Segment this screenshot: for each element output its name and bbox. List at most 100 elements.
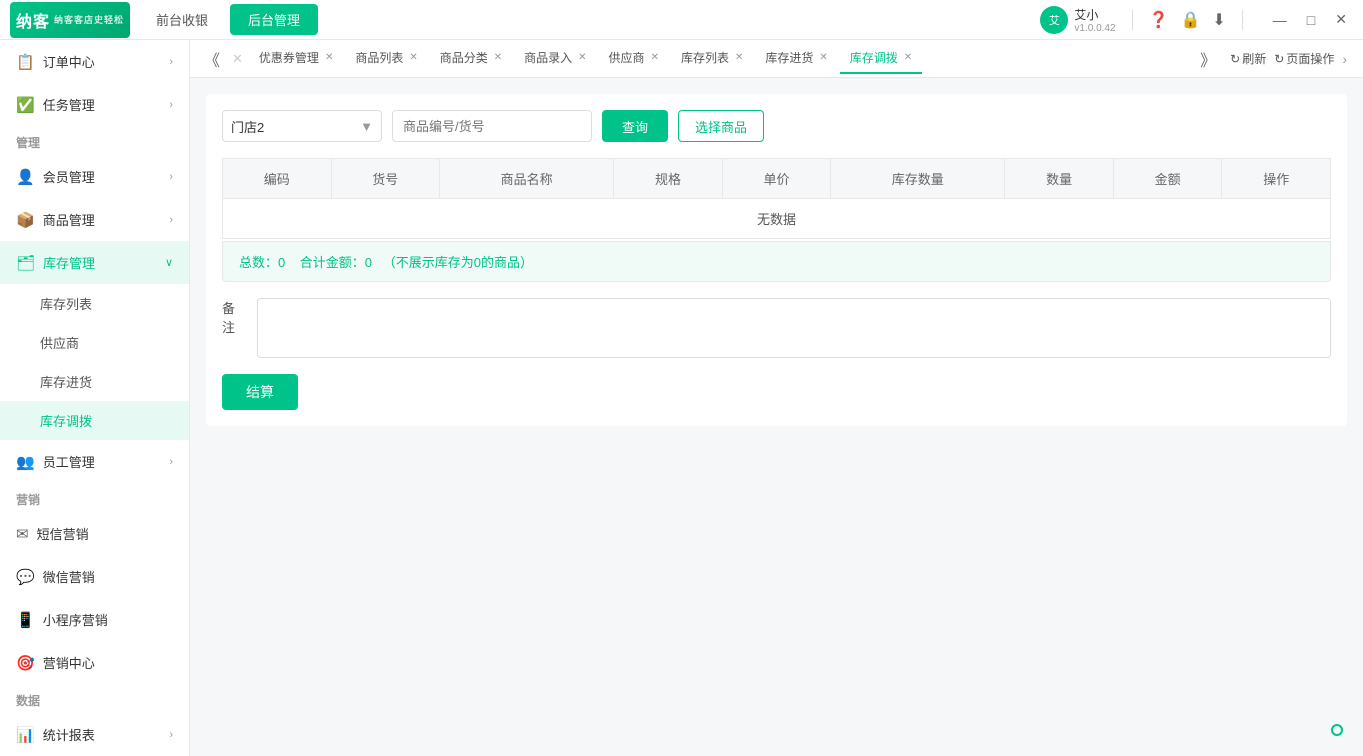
tab-supplier[interactable]: 供应商 ✕	[599, 43, 669, 74]
tab-goods-list[interactable]: 商品列表 ✕	[345, 43, 427, 74]
tab-inventory-list[interactable]: 库存列表 ✕	[671, 43, 753, 74]
content-area: 《 ✕ 优惠券管理 ✕ 商品列表 ✕ 商品分类 ✕ 商品录入 ✕	[190, 40, 1363, 756]
sidebar-subitem-stock-in[interactable]: 库存进货	[0, 362, 189, 401]
tab-goods-category-close[interactable]: ✕	[494, 52, 502, 63]
main-layout: 📋 订单中心 › ✅ 任务管理 › 管理 👤 会员管理 › 📦	[0, 40, 1363, 756]
sidebar-label-inventory: 库存管理	[43, 253, 95, 272]
help-icon[interactable]: ❓	[1149, 10, 1169, 30]
col-header-spec: 规格	[614, 159, 723, 199]
user-version: v1.0.0.42	[1074, 23, 1115, 34]
data-table: 编码 货号 商品名称 规格 单价 库存数量 数量 金额 操作	[222, 158, 1331, 239]
col-header-price: 单价	[722, 159, 831, 199]
sidebar-label-order: 订单中心	[43, 52, 95, 71]
task-icon: ✅	[16, 96, 35, 114]
page-ops-button[interactable]: ↻ 页面操作	[1274, 50, 1334, 67]
col-header-amount: 金额	[1113, 159, 1222, 199]
tab-stock-transfer-close[interactable]: ✕	[904, 52, 912, 63]
sidebar-item-order[interactable]: 📋 订单中心 ›	[0, 40, 189, 83]
logo-image: 纳客 纳客客店史轻松	[10, 2, 130, 38]
tab-goods-entry-close[interactable]: ✕	[578, 52, 586, 63]
chevron-right-icon-2: ›	[169, 99, 173, 111]
col-header-sku: 货号	[331, 159, 440, 199]
sidebar-item-stats[interactable]: 📊 统计报表 ›	[0, 713, 189, 756]
sidebar-item-staff[interactable]: 👥 员工管理 ›	[0, 440, 189, 483]
refresh-label: 刷新	[1242, 50, 1266, 67]
page-card: 门店2 ▼ 查询 选择商品 编码 货号 商品名称 规格	[206, 94, 1347, 426]
sidebar-item-wechat[interactable]: 💬 微信营销	[0, 555, 189, 598]
sidebar-item-task[interactable]: ✅ 任务管理 ›	[0, 83, 189, 126]
title-bar: 纳客 纳客客店史轻松 前台收银 后台管理 艾 艾小 v1.0.0.42 ❓ 🔒 …	[0, 0, 1363, 40]
tabs-container: 优惠券管理 ✕ 商品列表 ✕ 商品分类 ✕ 商品录入 ✕ 供应商 ✕	[249, 43, 1194, 74]
tab-actions: ↻ 刷新 ↻ 页面操作 ›	[1222, 50, 1355, 67]
section-title-data: 数据	[0, 684, 189, 713]
title-bar-left: 纳客 纳客客店史轻松 前台收银 后台管理	[10, 2, 318, 38]
no-data-cell: 无数据	[223, 199, 1331, 239]
tab-goods-entry-label: 商品录入	[524, 49, 572, 66]
sidebar-item-member[interactable]: 👤 会员管理 ›	[0, 155, 189, 198]
col-header-code: 编码	[223, 159, 332, 199]
summary-amount-value: 0	[365, 255, 372, 270]
tab-supplier-close[interactable]: ✕	[651, 52, 659, 63]
tab-inventory-list-label: 库存列表	[681, 49, 729, 66]
tab-close-current[interactable]: ✕	[226, 51, 249, 67]
lock-icon[interactable]: 🔒	[1180, 10, 1200, 30]
minimize-button[interactable]: —	[1267, 10, 1293, 30]
tab-stock-transfer[interactable]: 库存调拨 ✕	[840, 43, 922, 74]
chevron-right-icon: ›	[169, 56, 173, 68]
staff-icon: 👥	[16, 453, 35, 471]
tab-goods-category-label: 商品分类	[440, 49, 488, 66]
search-input[interactable]	[392, 110, 592, 142]
tab-nav-right[interactable]: 》	[1194, 47, 1222, 71]
tab-coupon[interactable]: 优惠券管理 ✕	[249, 43, 343, 74]
tab-inventory-list-close[interactable]: ✕	[735, 52, 743, 63]
col-header-qty: 数量	[1005, 159, 1114, 199]
tab-bar: 《 ✕ 优惠券管理 ✕ 商品列表 ✕ 商品分类 ✕ 商品录入 ✕	[190, 40, 1363, 78]
filter-row: 门店2 ▼ 查询 选择商品	[222, 110, 1331, 142]
tab-stock-in[interactable]: 库存进货 ✕	[755, 43, 837, 74]
query-button[interactable]: 查询	[602, 110, 668, 142]
sidebar-item-inventory[interactable]: 🗂 库存管理 ∨	[0, 241, 189, 284]
sidebar-label-stats: 统计报表	[43, 725, 95, 744]
refresh-button[interactable]: ↻ 刷新	[1230, 50, 1266, 67]
tab-goods-category[interactable]: 商品分类 ✕	[430, 43, 512, 74]
remark-textarea[interactable]	[257, 298, 1331, 358]
chevron-right-icon-4: ›	[169, 214, 173, 226]
sidebar-subitem-inventory-list[interactable]: 库存列表	[0, 284, 189, 323]
tab-goods-list-close[interactable]: ✕	[409, 52, 417, 63]
maximize-button[interactable]: □	[1301, 10, 1321, 30]
sms-icon: ✉	[16, 525, 29, 543]
miniapp-icon: 📱	[16, 611, 35, 629]
download-icon[interactable]: ⬇	[1212, 10, 1225, 30]
marketing-icon: 🎯	[16, 654, 35, 672]
logo: 纳客 纳客客店史轻松	[10, 2, 130, 38]
page-ops-label: 页面操作	[1286, 50, 1334, 67]
sidebar-label-sms: 短信营销	[37, 524, 89, 543]
refresh-icon: ↻	[1230, 52, 1240, 66]
user-details: 艾小 v1.0.0.42	[1074, 6, 1115, 34]
user-info[interactable]: 艾 艾小 v1.0.0.42	[1040, 6, 1115, 34]
summary-amount-label: 合计金额：	[300, 255, 365, 270]
divider2	[1242, 10, 1243, 30]
select-goods-button[interactable]: 选择商品	[678, 110, 764, 142]
tab-nav-left[interactable]: 《	[198, 47, 226, 71]
sidebar-item-sms[interactable]: ✉ 短信营销	[0, 512, 189, 555]
submit-button[interactable]: 结算	[222, 374, 298, 410]
sidebar-label-goods: 商品管理	[43, 210, 95, 229]
page-ops-icon: ↻	[1274, 52, 1284, 66]
tab-coupon-close[interactable]: ✕	[325, 52, 333, 63]
sidebar-item-miniapp[interactable]: 📱 小程序营销	[0, 598, 189, 641]
tab-actions-arrow[interactable]: ›	[1342, 51, 1347, 67]
sidebar-label-marketing: 营销中心	[43, 653, 95, 672]
sidebar-subitem-supplier[interactable]: 供应商	[0, 323, 189, 362]
close-button[interactable]: ✕	[1329, 9, 1353, 30]
sidebar-item-marketing[interactable]: 🎯 营销中心	[0, 641, 189, 684]
tab-front-cashier[interactable]: 前台收银	[138, 4, 226, 35]
store-select[interactable]: 门店2 ▼	[222, 110, 382, 142]
avatar: 艾	[1040, 6, 1068, 34]
tab-stock-in-close[interactable]: ✕	[819, 52, 827, 63]
sidebar-subitem-stock-transfer[interactable]: 库存调拨	[0, 401, 189, 440]
goods-icon: 📦	[16, 211, 35, 229]
tab-back-management[interactable]: 后台管理	[230, 4, 318, 35]
sidebar-item-goods[interactable]: 📦 商品管理 ›	[0, 198, 189, 241]
tab-goods-entry[interactable]: 商品录入 ✕	[514, 43, 596, 74]
